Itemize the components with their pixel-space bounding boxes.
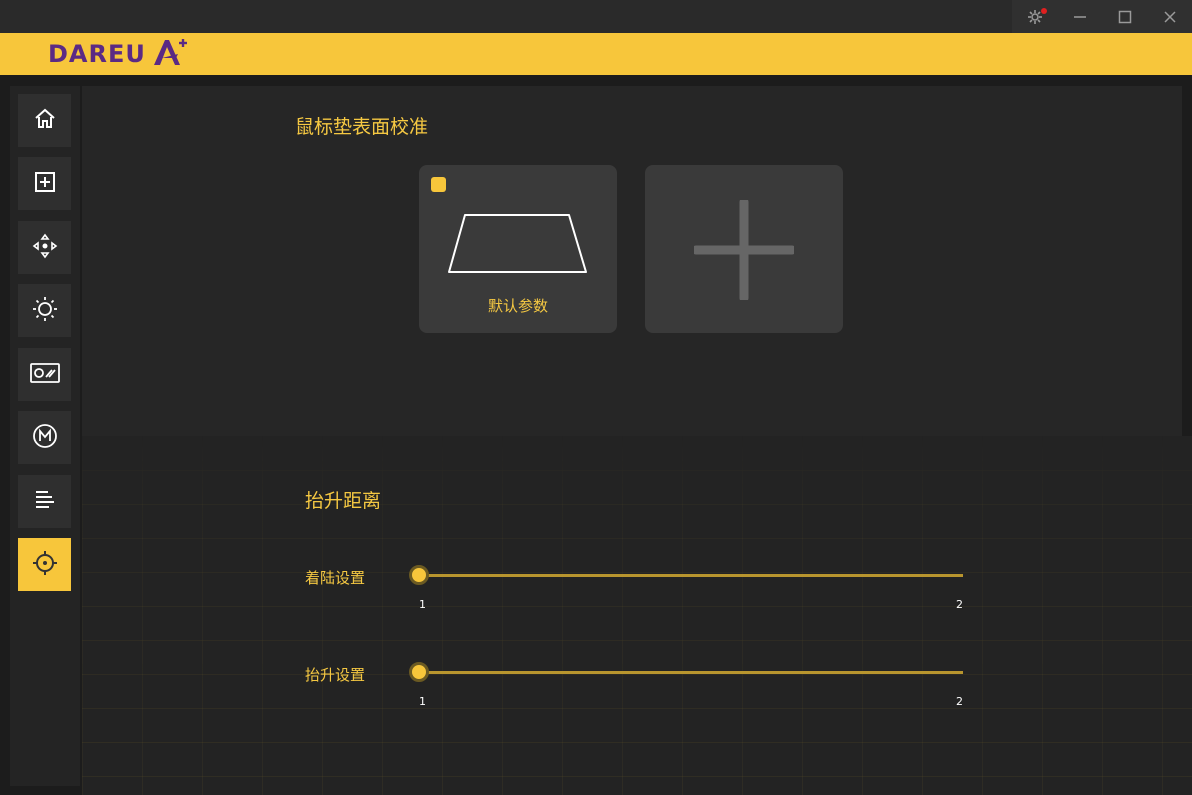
plus-icon: [691, 197, 797, 304]
logo-a-plus-mark: [152, 37, 188, 71]
performance-icon: [29, 362, 60, 388]
landing-slider-track[interactable]: [419, 574, 963, 577]
sidebar-item-lighting[interactable]: [18, 284, 71, 337]
notification-dot: [1041, 8, 1047, 14]
calibration-panel: [82, 86, 1182, 436]
text-list-icon: [34, 489, 56, 515]
sidebar-item-buttons[interactable]: [18, 157, 71, 210]
sidebar-item-macro[interactable]: [18, 411, 71, 464]
move-arrows-icon: [32, 233, 58, 263]
calibration-title: 鼠标垫表面校准: [295, 116, 429, 138]
maximize-icon: [1118, 10, 1132, 24]
default-surface-card[interactable]: 默认参数: [419, 165, 617, 333]
lift-min-tick: 1: [419, 695, 426, 708]
minimize-icon: [1073, 10, 1087, 24]
sidebar-item-home[interactable]: [18, 94, 71, 147]
lift-panel: [82, 436, 1192, 795]
selected-checkbox[interactable]: [431, 177, 446, 192]
mousepad-icon: [447, 213, 589, 279]
light-sun-icon: [32, 296, 58, 326]
landing-slider-thumb[interactable]: [409, 565, 429, 585]
landing-setting-label: 着陆设置: [305, 569, 366, 587]
brand-bar: DAREU: [0, 33, 1192, 75]
close-icon: [1163, 10, 1177, 24]
lift-slider-track[interactable]: [419, 671, 963, 674]
settings-button[interactable]: [1012, 0, 1057, 33]
add-surface-card[interactable]: [645, 165, 843, 333]
macro-m-icon: [32, 423, 58, 453]
add-square-icon: [33, 170, 57, 198]
landing-min-tick: 1: [419, 598, 426, 611]
dareu-logo: DAREU: [48, 39, 188, 69]
title-bar: [0, 0, 1192, 33]
logo-text: DAREU: [48, 40, 146, 68]
lift-title: 抬升距离: [305, 490, 382, 512]
landing-max-tick: 2: [956, 598, 963, 611]
crosshair-icon: [32, 550, 58, 580]
grid-floor-background: [82, 436, 1192, 795]
sidebar-item-settings[interactable]: [18, 475, 71, 528]
window-controls: [1012, 0, 1192, 33]
minimize-button[interactable]: [1057, 0, 1102, 33]
sidebar: [10, 86, 80, 786]
lift-max-tick: 2: [956, 695, 963, 708]
home-icon: [33, 107, 57, 135]
close-button[interactable]: [1147, 0, 1192, 33]
lift-setting-label: 抬升设置: [305, 666, 366, 684]
sidebar-item-dpi[interactable]: [18, 221, 71, 274]
lift-slider-thumb[interactable]: [409, 662, 429, 682]
default-card-label: 默认参数: [487, 297, 548, 315]
sidebar-item-calibration[interactable]: [18, 538, 71, 591]
maximize-button[interactable]: [1102, 0, 1147, 33]
sidebar-item-performance[interactable]: [18, 348, 71, 401]
